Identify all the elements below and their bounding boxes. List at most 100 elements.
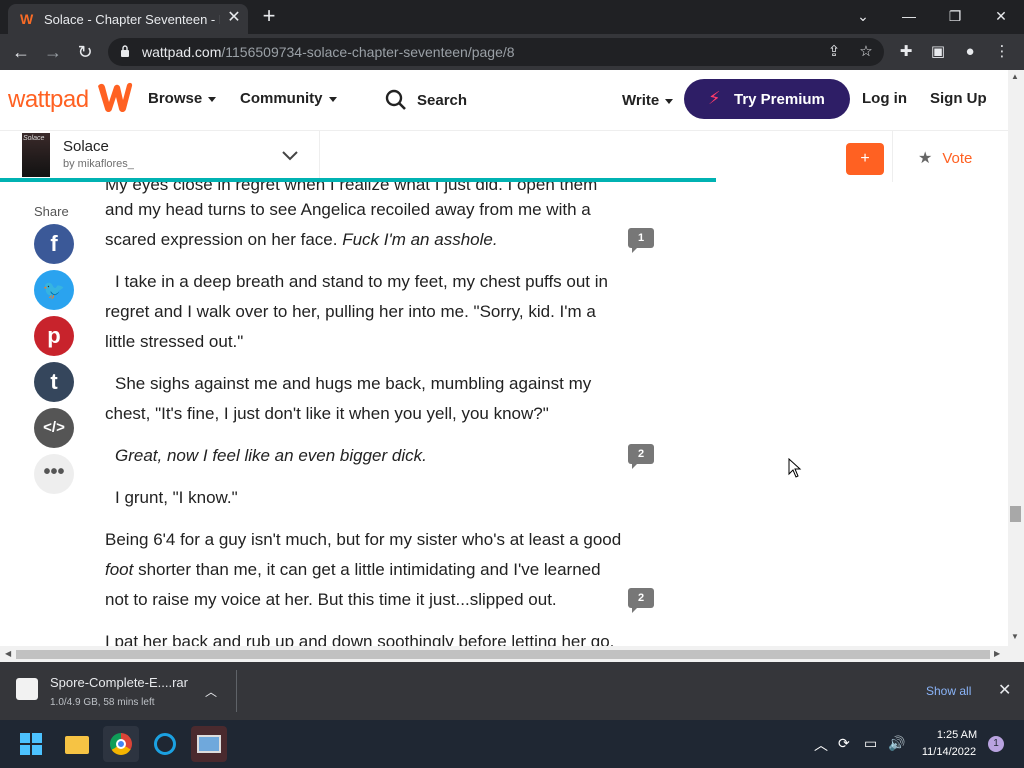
story-author[interactable]: by mikaflores_ [63,158,134,170]
address-bar[interactable]: wattpad.com/1156509734-solace-chapter-se… [108,38,884,66]
pinterest-share-icon[interactable]: p [34,316,74,356]
paragraph: I grunt, "I know." [115,488,238,507]
tab-close-icon[interactable]: ✕ [226,10,242,26]
remote-desktop-icon[interactable] [191,726,227,762]
search-icon [385,89,406,110]
side-panel-icon[interactable]: ▣ [928,42,948,62]
search-label: Search [417,92,468,109]
archive-file-icon [16,678,38,700]
wattpad-header: wattpad Browse Community Search Write ⚡ … [0,70,1008,130]
login-link[interactable]: Log in [862,90,907,107]
url-text: wattpad.com/1156509734-solace-chapter-se… [142,44,515,60]
sync-icon[interactable]: ⟳ [838,735,850,752]
extensions-icon[interactable]: ✚ [896,42,916,62]
share-page-icon[interactable]: ⇪ [824,42,844,62]
bolt-icon: ⚡ [708,88,721,108]
window-close-icon[interactable]: ✕ [990,6,1012,26]
scroll-up-arrow-icon[interactable]: ▲ [1011,72,1019,81]
volume-icon[interactable]: 🔊 [888,735,905,752]
paragraph-italic-text: Fuck I'm an asshole. [342,230,498,249]
chapter-content: Share f 🐦 p t </> ••• My eyes close in r… [0,182,1008,646]
url-host: wattpad.com [142,44,222,60]
tray-overflow-icon[interactable]: ︿ [814,735,828,755]
restore-icon[interactable]: ❐ [944,6,966,26]
close-download-bar-icon[interactable]: ✕ [998,680,1011,700]
windows-start-icon[interactable] [20,733,42,755]
browser-tab[interactable]: W Solace - Chapter Seventeen - Page ✕ [8,4,248,34]
file-explorer-icon[interactable] [59,726,95,762]
divider [892,131,893,183]
scroll-down-arrow-icon[interactable]: ▼ [1011,632,1019,641]
tab-search-icon[interactable]: ⌄ [852,6,874,26]
notification-badge[interactable]: 1 [988,736,1004,752]
menu-icon[interactable]: ⋮ [992,42,1012,62]
forward-icon[interactable]: → [42,41,64,63]
bookmark-star-icon[interactable]: ☆ [856,42,876,62]
chrome-icon[interactable] [103,726,139,762]
vertical-scrollbar[interactable] [1008,70,1024,646]
profile-icon[interactable]: ● [960,42,980,62]
signup-link[interactable]: Sign Up [930,90,987,107]
story-cover[interactable]: Solace [22,133,50,177]
vertical-scroll-thumb[interactable] [1010,506,1021,522]
inline-comment-icon[interactable]: 2 [628,444,654,469]
community-caret-icon [328,96,337,102]
vote-button[interactable]: ★ Vote [918,148,972,168]
paragraph: and my head turns to see Angelica recoil… [105,195,625,255]
chevron-up-icon[interactable]: ︿ [205,683,217,700]
community-menu[interactable]: Community [240,90,337,107]
clock-date[interactable]: 11/14/2022 [918,746,980,758]
reload-icon[interactable]: ↻ [74,41,96,63]
new-tab-icon[interactable]: + [258,5,280,28]
lock-icon [121,45,129,57]
tumblr-share-icon[interactable]: t [34,362,74,402]
wattpad-w-logo-icon[interactable] [96,80,134,114]
paragraph: Being 6'4 for a guy isn't much, but for … [105,525,625,615]
chevron-down-icon[interactable] [280,145,300,165]
inline-comment-icon[interactable]: 2 [628,588,654,613]
url-path: /1156509734-solace-chapter-seventeen/pag… [221,44,515,60]
embed-share-icon[interactable]: </> [34,408,74,448]
clock-time[interactable]: 1:25 AM [932,729,982,741]
wattpad-logo[interactable]: wattpad [8,86,89,114]
twitter-share-icon[interactable]: 🐦 [34,270,74,310]
write-caret-icon [665,98,674,104]
paragraph-text: Being 6'4 for a guy isn't much, but for … [105,530,622,549]
share-label: Share [34,204,69,219]
vote-label: Vote [942,150,973,167]
story-title[interactable]: Solace [63,138,109,155]
download-filename[interactable]: Spore-Complete-E....rar [50,675,188,690]
write-label: Write [622,92,660,109]
browse-menu[interactable]: Browse [148,90,217,107]
back-icon[interactable]: ← [10,41,32,63]
show-all-button[interactable]: Show all [926,684,971,698]
divider [319,131,320,183]
write-menu[interactable]: Write [622,92,674,109]
cortana-icon[interactable] [147,726,183,762]
more-share-icon[interactable]: ••• [34,454,74,494]
community-label: Community [240,90,323,107]
download-status: 1.0/4.9 GB, 58 mins left [50,697,155,708]
add-to-library-button[interactable]: + [846,143,884,175]
paragraph: I take in a deep breath and stand to my … [105,272,608,351]
browser-toolbar: ← → ↻ wattpad.com/1156509734-solace-chap… [0,34,1024,70]
minimize-icon[interactable]: — [898,6,920,26]
browse-caret-icon [208,96,217,102]
inline-comment-icon[interactable]: 1 [628,228,654,253]
divider [236,670,237,712]
scroll-right-arrow-icon[interactable]: ▶ [994,649,1000,658]
download-bar: Spore-Complete-E....rar 1.0/4.9 GB, 58 m… [0,662,1024,720]
paragraph: Great, now I feel like an even bigger di… [115,446,427,465]
wattpad-favicon-icon: W [20,11,34,27]
paragraph: She sighs against me and hugs me back, m… [105,374,592,423]
mouse-cursor-icon [788,458,802,478]
try-premium-button[interactable]: ⚡ Try Premium [684,79,850,119]
paragraph-italic-text: foot [105,560,134,579]
premium-label: Try Premium [734,91,825,108]
scroll-left-arrow-icon[interactable]: ◀ [5,649,11,658]
browser-tab-strip: W Solace - Chapter Seventeen - Page ✕ + … [0,0,1024,34]
facebook-share-icon[interactable]: f [34,224,74,264]
network-icon[interactable]: ▭ [864,735,877,752]
horizontal-scroll-thumb[interactable] [16,650,990,659]
paragraph: I pat her back and rub up and down sooth… [105,632,615,646]
